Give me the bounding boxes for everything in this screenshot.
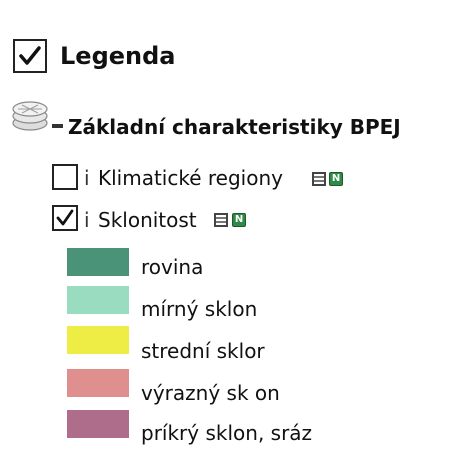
- layers-icon: [10, 96, 50, 134]
- legend-item-label: strední sklor: [141, 339, 265, 363]
- layer-checkbox-klimaticke-regiony[interactable]: [52, 164, 78, 190]
- color-swatch: [67, 369, 129, 397]
- layer-checkbox-sklonitost[interactable]: [52, 205, 78, 231]
- color-swatch: [67, 410, 129, 438]
- legend-header: Legenda: [0, 0, 459, 84]
- color-swatch: [67, 286, 129, 314]
- layer-label-klimaticke-regiony[interactable]: Klimatické regiony: [98, 165, 283, 191]
- layer-label-sklonitost[interactable]: Sklonitost: [98, 207, 197, 233]
- checkmark-icon: [56, 209, 74, 226]
- legend-checkbox[interactable]: [13, 39, 47, 73]
- n-icon[interactable]: N: [232, 213, 246, 227]
- legend-item-label: príkrý sklon, sráz: [141, 421, 313, 445]
- table-icon[interactable]: [312, 172, 326, 186]
- legend-item-prikry-sklon: príkrý sklon, sráz: [0, 410, 459, 454]
- legend-item-label: výrazný sk on: [141, 381, 280, 405]
- legend-item-label: mírný sklon: [141, 297, 258, 321]
- group-title[interactable]: Základní charakteristiky BPEJ: [68, 114, 401, 140]
- checkmark-icon: [19, 46, 41, 65]
- table-icon[interactable]: [214, 213, 228, 227]
- legend-item-stredni-sklon: strední sklor: [0, 326, 459, 374]
- layer-row-klimaticke-regiony: i Klimatické regiony N: [0, 158, 459, 198]
- info-icon[interactable]: i: [84, 165, 90, 191]
- info-icon[interactable]: i: [84, 207, 90, 233]
- color-swatch: [67, 248, 129, 276]
- legend-item-rovina: rovina: [0, 248, 459, 290]
- legend-title: Legenda: [60, 42, 176, 70]
- layer-row-sklonitost: i Sklonitost N: [0, 202, 459, 242]
- collapse-icon[interactable]: [52, 124, 63, 128]
- legend-item-label: rovina: [141, 255, 204, 279]
- n-icon[interactable]: N: [329, 172, 343, 186]
- color-swatch: [67, 326, 129, 354]
